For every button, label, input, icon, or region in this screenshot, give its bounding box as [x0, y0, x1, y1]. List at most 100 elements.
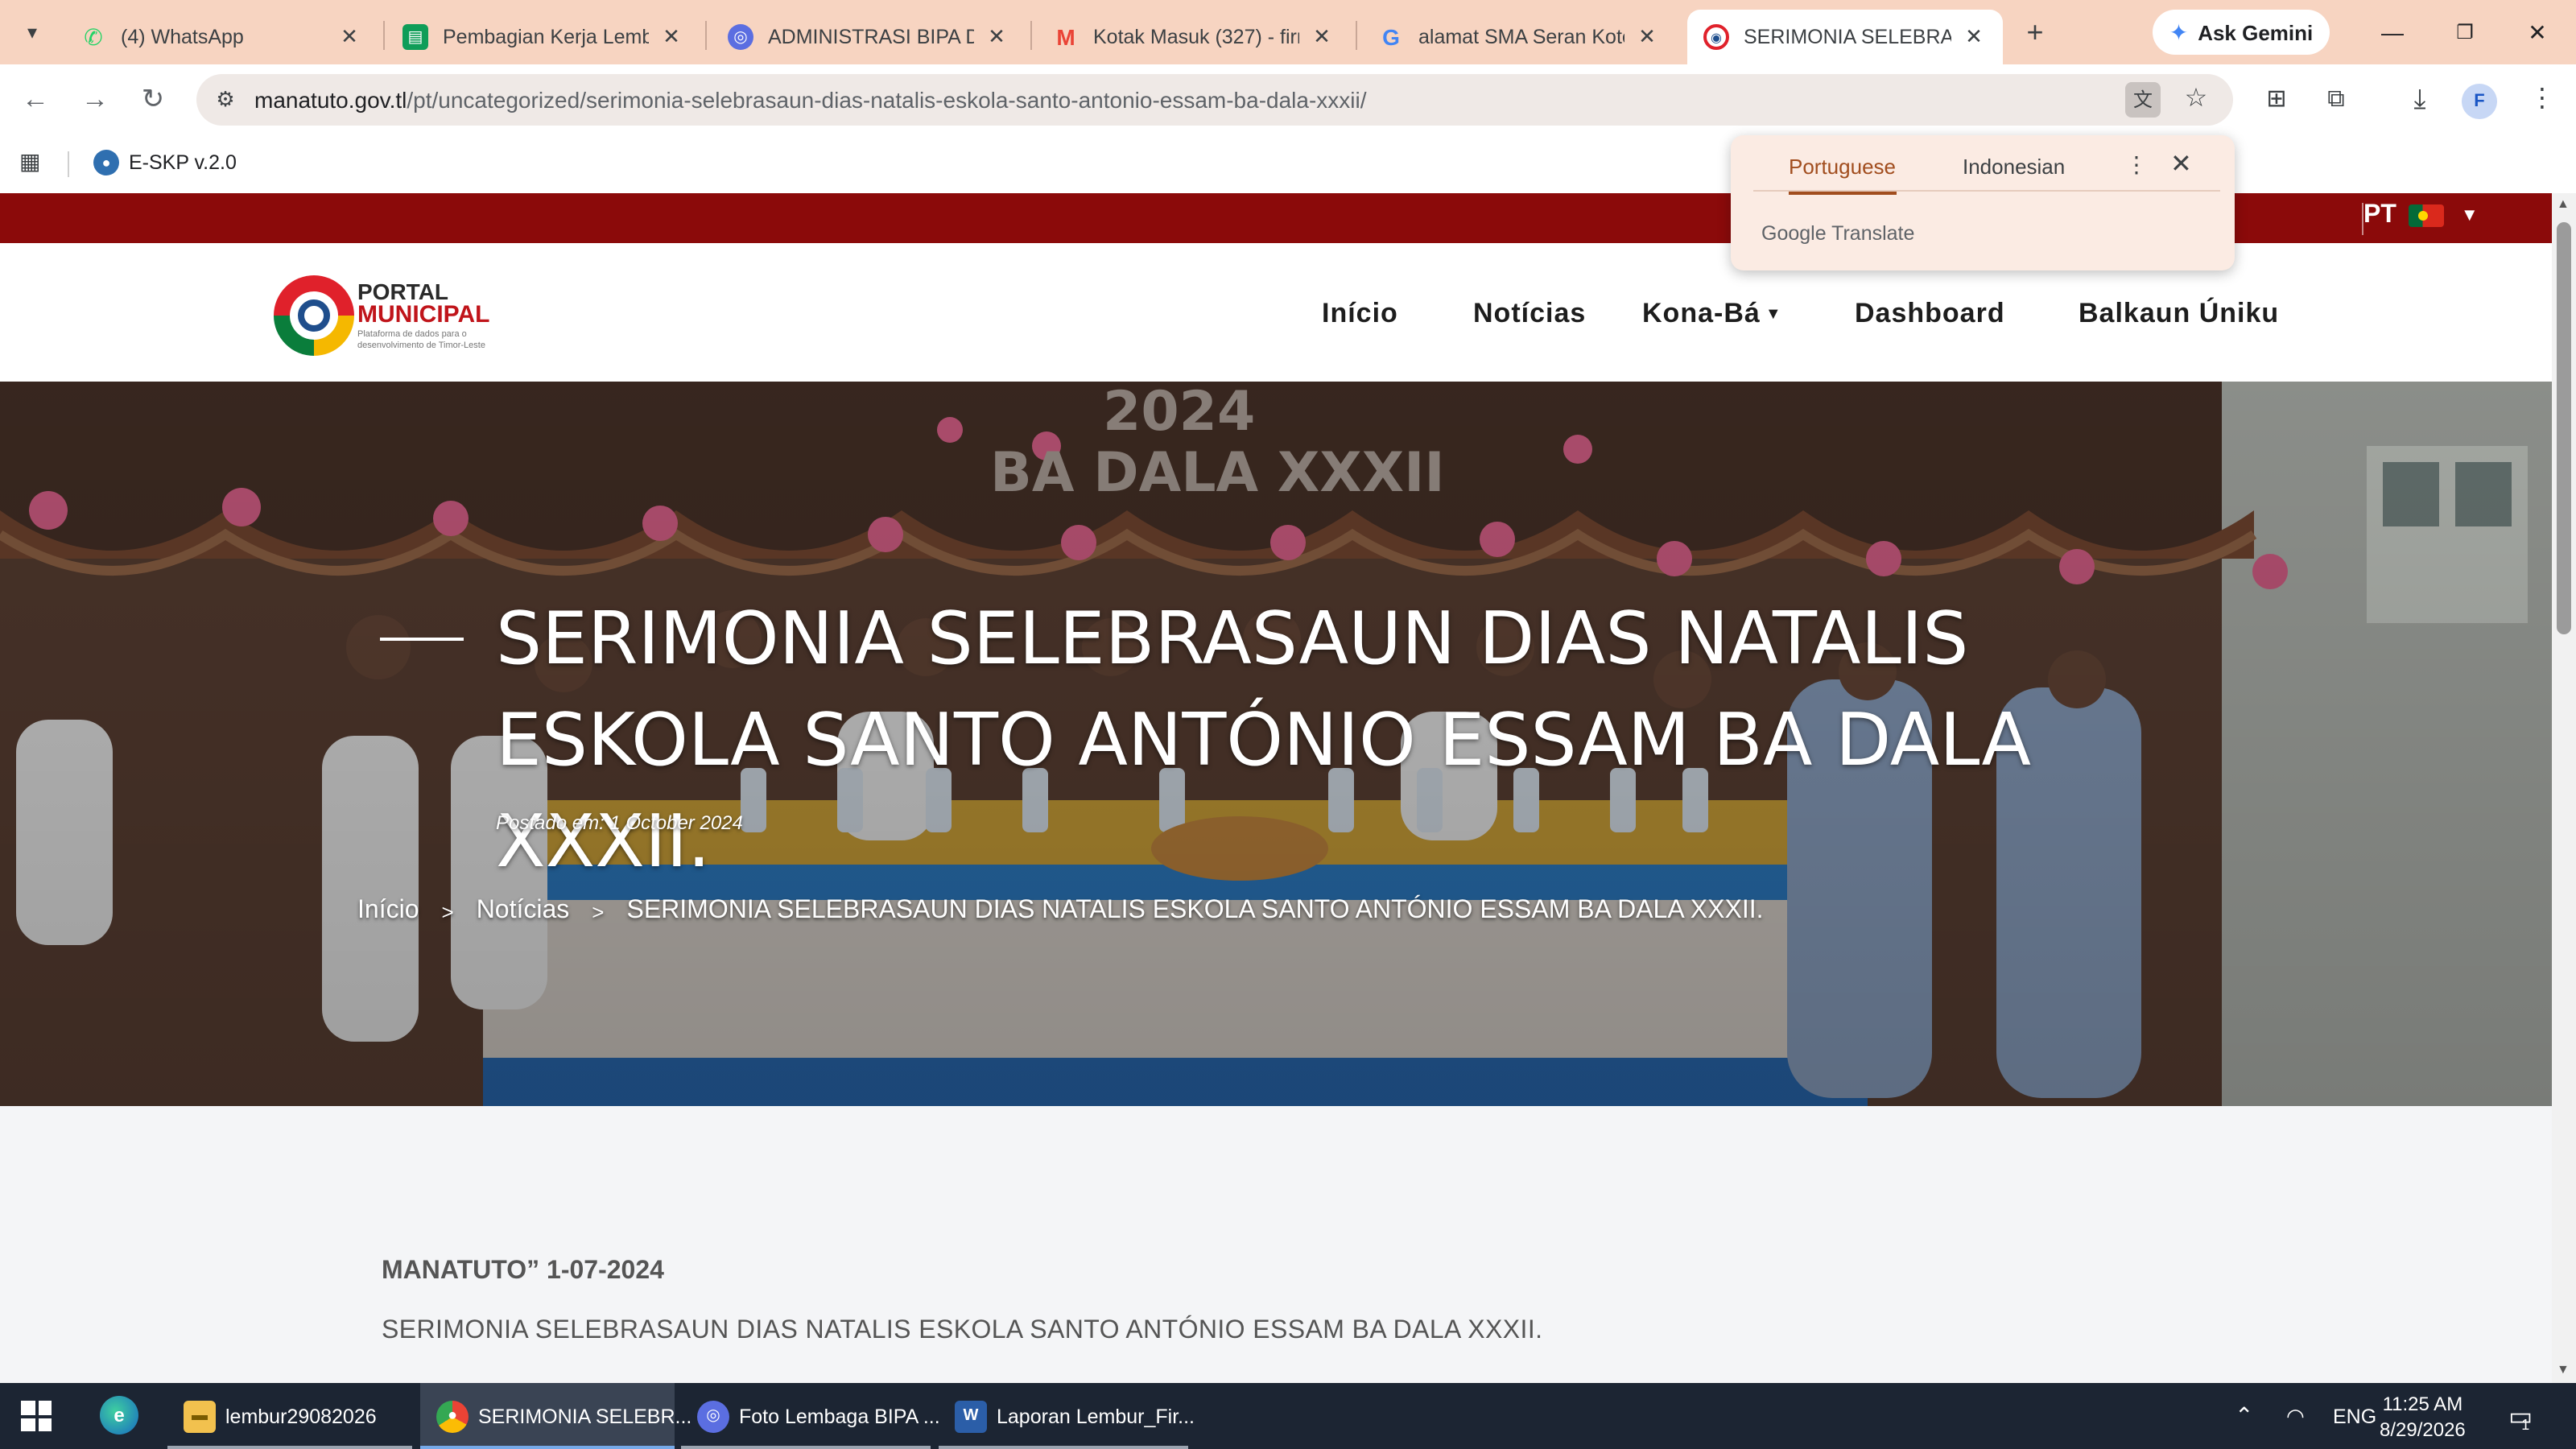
tab-google-search[interactable]: G alamat SMA Seran Kotek ✕: [1362, 10, 1676, 64]
apps-grid-icon[interactable]: ▦: [19, 148, 40, 175]
taskbar-app-photos[interactable]: ◎ Foto Lembaga BIPA ...: [681, 1383, 940, 1449]
nav-balkaun-uniku[interactable]: Balkaun Úniku: [2079, 298, 2279, 330]
taskbar-app-word[interactable]: W Laporan Lembur_Fir...: [939, 1383, 1195, 1449]
url-text[interactable]: manatuto.gov.tl/pt/uncategorized/serimon…: [254, 87, 1367, 113]
portal-municipal-logo[interactable]: PORTAL MUNICIPAL Plataforma de dados par…: [274, 275, 489, 356]
portugal-flag-icon: [2409, 204, 2445, 227]
forward-arrow-icon[interactable]: →: [76, 80, 114, 119]
brand-translate: Translate: [1831, 222, 1915, 245]
taskbar-app-label: lembur29082026: [225, 1405, 377, 1427]
windows-start-icon[interactable]: [21, 1401, 52, 1431]
tab-administrasi[interactable]: ◎ ADMINISTRASI BIPA DARING ✕: [712, 10, 1026, 64]
breadcrumb-noticias[interactable]: Notícias: [477, 897, 570, 926]
taskbar-app-label: Foto Lembaga BIPA ...: [739, 1405, 940, 1427]
breadcrumb-inicio[interactable]: Início: [357, 897, 419, 926]
bookmark-eskp[interactable]: ● E-SKP v.2.0: [93, 150, 237, 175]
scroll-up-icon[interactable]: ▲: [2557, 196, 2570, 211]
taskbar-indicator: [939, 1446, 1188, 1449]
tab-title: (4) WhatsApp: [121, 26, 244, 48]
input-language[interactable]: ENG: [2333, 1383, 2376, 1449]
tray-chevron-up-icon[interactable]: ⌃: [2235, 1383, 2253, 1449]
restore-icon[interactable]: ❐: [2441, 13, 2489, 52]
close-tab-icon[interactable]: ✕: [336, 24, 362, 50]
site-info-icon[interactable]: ⚙: [209, 84, 242, 116]
clock-date: 8/29/2026: [2380, 1418, 2466, 1441]
tab-whatsapp[interactable]: ✆ (4) WhatsApp ✕: [64, 10, 378, 64]
logo-emblem-icon: [274, 275, 354, 356]
tab-title: Pembagian Kerja Lembur: [443, 26, 649, 48]
system-clock[interactable]: 11:25 AM 8/29/2026: [2380, 1391, 2466, 1443]
chrome-menu-icon[interactable]: ⋮: [2523, 80, 2562, 119]
translate-close-icon[interactable]: ✕: [2170, 148, 2192, 180]
close-tab-icon[interactable]: ✕: [658, 24, 684, 50]
ask-gemini-button[interactable]: ✦ Ask Gemini: [2153, 10, 2330, 55]
close-tab-icon[interactable]: ✕: [1309, 24, 1335, 50]
posted-date: Postado em: 1 October 2024: [496, 811, 743, 834]
translate-target-tab[interactable]: Indonesian: [1963, 155, 2065, 192]
logo-tagline: Plataforma de dados para o desenvolvimen…: [357, 329, 485, 350]
minimize-icon[interactable]: —: [2368, 13, 2417, 52]
new-tab-plus-icon[interactable]: +: [2016, 14, 2054, 53]
browser-toolbar: ← → ↻ ⚙ manatuto.gov.tl/pt/uncategorized…: [0, 64, 2576, 135]
taskbar-app-explorer[interactable]: ▬ lembur29082026: [167, 1383, 412, 1449]
tab-serimonia[interactable]: ◉ SERIMONIA SELEBRASAUN ✕: [1687, 10, 2003, 64]
gmail-icon: M: [1056, 24, 1075, 50]
address-bar[interactable]: ⚙ manatuto.gov.tl/pt/uncategorized/serim…: [196, 74, 2233, 126]
extensions-puzzle-icon[interactable]: ⧉: [2317, 80, 2355, 119]
qr-code-icon[interactable]: ⊞: [2257, 80, 2296, 119]
language-selector[interactable]: PT ▼: [2363, 201, 2479, 230]
google-translate-brand: Google Translate: [1761, 222, 1914, 245]
scroll-down-icon[interactable]: ▼: [2557, 1362, 2570, 1377]
language-code: PT: [2363, 201, 2396, 229]
tab-pembagian[interactable]: ▤ Pembagian Kerja Lembur ✕: [386, 10, 700, 64]
whatsapp-icon: ✆: [84, 23, 103, 49]
logo-line1: PORTAL: [357, 278, 449, 304]
reload-icon[interactable]: ↻: [134, 80, 172, 119]
notification-count: 1: [2521, 1416, 2530, 1432]
chevron-right-icon: >: [592, 899, 605, 923]
close-tab-icon[interactable]: ✕: [1961, 24, 1987, 50]
translate-more-icon[interactable]: ⋮: [2125, 151, 2148, 179]
bookmark-star-icon[interactable]: ☆: [2178, 82, 2214, 118]
breadcrumb: Início > Notícias > SERIMONIA SELEBRASAU…: [357, 897, 1764, 926]
wifi-icon[interactable]: ◠: [2286, 1383, 2305, 1449]
page-scrollbar[interactable]: ▲ ▼: [2552, 193, 2576, 1383]
web-page: PT ▼ PORTAL MUNICIPAL Plataforma de dado…: [0, 193, 2552, 1383]
back-arrow-icon[interactable]: ←: [16, 80, 55, 119]
tab-strip: ▾ ✆ (4) WhatsApp ✕ ▤ Pembagian Kerja Lem…: [0, 0, 2576, 64]
hero-title: SERIMONIA SELEBRASAUN DIAS NATALIS ESKOL…: [496, 596, 2032, 884]
nav-kona-ba[interactable]: Kona-Bá ▼: [1642, 298, 1782, 330]
download-icon[interactable]: ⤓: [2401, 80, 2439, 119]
taskbar-indicator: [681, 1446, 931, 1449]
tab-separator: [1356, 21, 1357, 50]
close-tab-icon[interactable]: ✕: [1634, 24, 1660, 50]
tab-separator: [705, 21, 707, 50]
nav-dashboard[interactable]: Dashboard: [1855, 298, 2005, 330]
close-window-icon[interactable]: ✕: [2513, 13, 2562, 52]
translate-popup: Portuguese Indonesian ⋮ ✕ Google Transla…: [1731, 135, 2235, 270]
taskbar-app-chrome[interactable]: ● SERIMONIA SELEBR...: [420, 1383, 691, 1449]
nav-noticias[interactable]: Notícias: [1473, 298, 1586, 330]
tab-title: Kotak Masuk (327) - firman: [1093, 26, 1299, 48]
article-body: MANATUTO” 1-07-2024 SERIMONIA SELEBRASAU…: [0, 1106, 2552, 1383]
nav-inicio[interactable]: Início: [1322, 298, 1398, 330]
taskbar-indicator: [420, 1446, 675, 1449]
brand-google: Google: [1761, 222, 1827, 245]
tab-gmail[interactable]: M Kotak Masuk (327) - firman ✕: [1037, 10, 1351, 64]
hero-banner: 2024 BA DALA XXXII: [0, 382, 2552, 1106]
caret-down-icon: ▼: [2460, 206, 2479, 225]
tab-title: alamat SMA Seran Kotek: [1418, 26, 1624, 48]
scrollbar-thumb[interactable]: [2557, 222, 2571, 634]
notification-icon[interactable]: ▭ 1: [2508, 1383, 2533, 1449]
edge-icon[interactable]: e: [100, 1396, 138, 1435]
translate-icon[interactable]: 文: [2125, 82, 2161, 118]
tab-search-chevron-icon[interactable]: ▾: [13, 13, 52, 52]
windows-taskbar: e ▬ lembur29082026 ● SERIMONIA SELEBR...…: [0, 1383, 2576, 1449]
taskbar-app-label: Laporan Lembur_Fir...: [997, 1405, 1195, 1427]
profile-avatar[interactable]: F: [2462, 84, 2497, 119]
portal-municipal-icon: ◉: [1703, 24, 1729, 50]
breadcrumb-current: SERIMONIA SELEBRASAUN DIAS NATALIS ESKOL…: [626, 897, 1764, 924]
eskp-icon: ●: [93, 150, 119, 175]
close-tab-icon[interactable]: ✕: [984, 24, 1009, 50]
translate-source-tab[interactable]: Portuguese: [1789, 155, 1896, 195]
